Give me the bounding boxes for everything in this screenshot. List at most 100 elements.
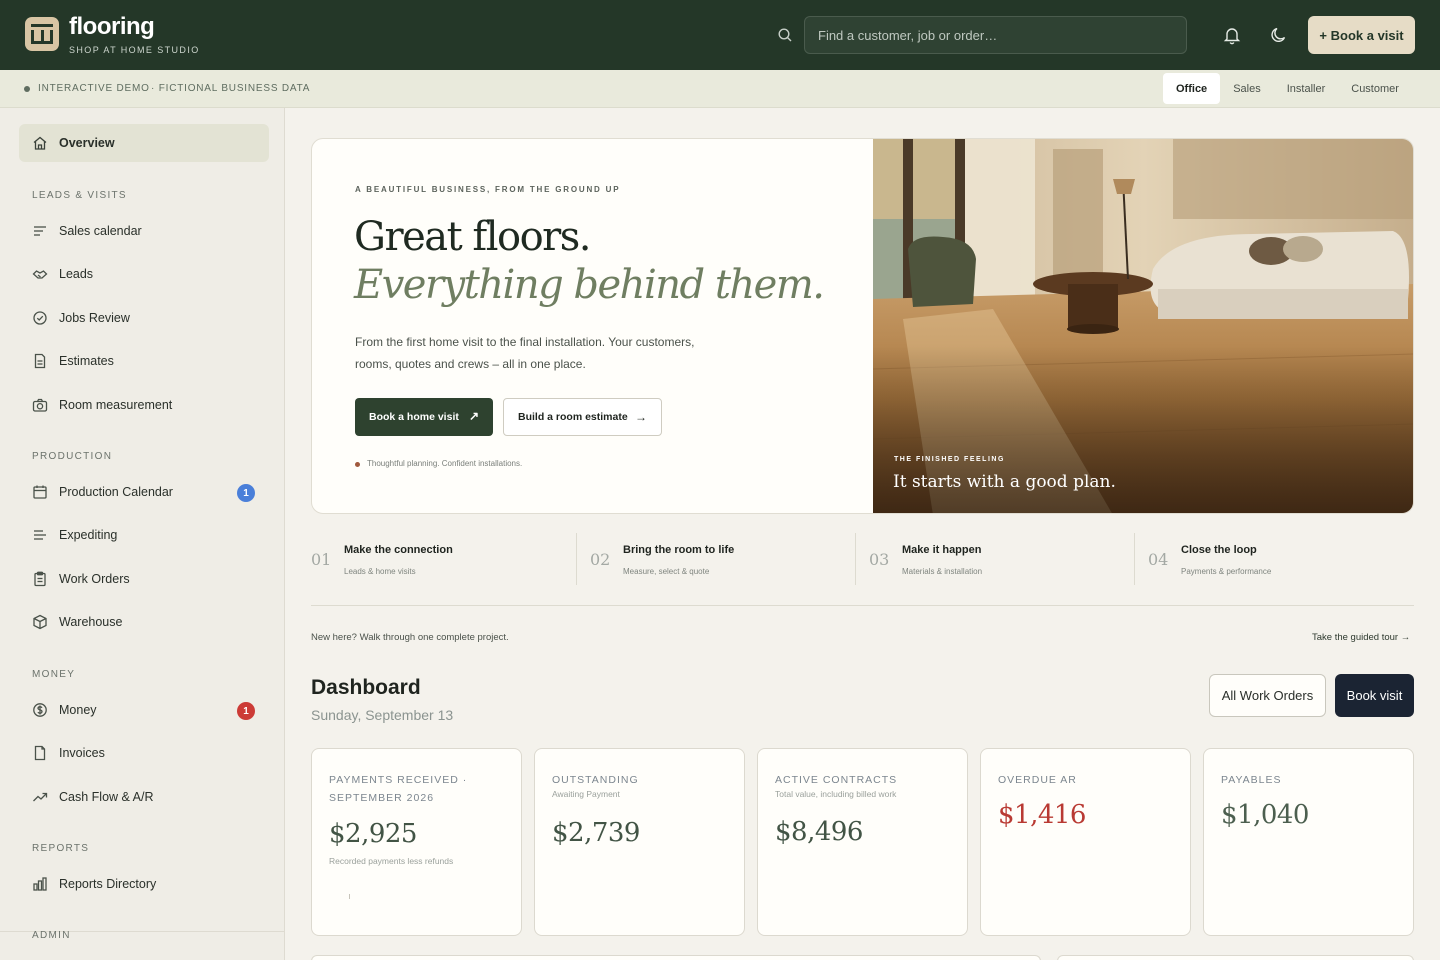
- section-heading-admin: ADMIN: [32, 930, 71, 941]
- kpi-label: OUTSTANDING: [552, 774, 639, 786]
- sidebar-item-reports-directory[interactable]: Reports Directory: [19, 865, 269, 903]
- sidebar-item-label: Sales calendar: [59, 224, 142, 238]
- step-divider: [576, 533, 577, 585]
- sidebar-item-label: Estimates: [59, 354, 114, 368]
- handshake-icon: [32, 270, 48, 279]
- brand-subtitle: SHOP AT HOME STUDIO: [69, 45, 200, 55]
- camera-icon: [32, 398, 48, 412]
- role-tab-customer[interactable]: Customer: [1338, 73, 1412, 104]
- step-subtitle: Measure, select & quote: [623, 567, 710, 576]
- sidebar-item-label: Jobs Review: [59, 311, 130, 325]
- bell-icon[interactable]: [1222, 25, 1242, 45]
- calendar-icon: [33, 485, 47, 499]
- build-room-estimate-button[interactable]: Build a room estimate →: [503, 398, 662, 436]
- step-4[interactable]: 04 Close the loop Payments & performance: [1148, 535, 1407, 587]
- search-input[interactable]: [804, 16, 1187, 54]
- sidebar-item-label: Invoices: [59, 746, 105, 760]
- hero-title-line-2: Everything behind them.: [354, 262, 825, 308]
- role-tab-installer[interactable]: Installer: [1274, 73, 1339, 104]
- step-subtitle: Leads & home visits: [344, 567, 416, 576]
- kpi-label: PAYMENTS RECEIVED · SEPTEMBER 2026: [329, 774, 468, 804]
- kpi-value: $8,496: [775, 817, 863, 847]
- sidebar-item-invoices[interactable]: Invoices: [19, 734, 269, 772]
- file-icon: [34, 745, 46, 761]
- hero-title-line-1: Great floors.: [354, 214, 592, 260]
- step-title: Close the loop: [1181, 544, 1257, 556]
- sidebar-item-warehouse[interactable]: Warehouse: [19, 603, 269, 641]
- hero-description: From the first home visit to the final i…: [355, 335, 695, 371]
- kpi-value: $2,925: [329, 819, 417, 849]
- step-divider: [1134, 533, 1135, 585]
- step-number: 02: [590, 550, 611, 569]
- kpi-sublabel: Total value, including billed work: [775, 789, 897, 799]
- moon-icon[interactable]: [1269, 25, 1289, 45]
- book-visit-button[interactable]: + Book a visit: [1308, 16, 1415, 54]
- check-circle-icon: [33, 311, 47, 325]
- section-heading-reports: REPORTS: [32, 843, 90, 854]
- sidebar: Overview LEADS & VISITS Sales calendar L…: [0, 108, 285, 960]
- sidebar-item-money[interactable]: Money 1: [19, 691, 269, 729]
- role-switcher: Office Sales Installer Customer: [1163, 73, 1412, 104]
- sidebar-item-production-calendar[interactable]: Production Calendar 1: [19, 473, 269, 511]
- clipboard-icon: [34, 571, 46, 587]
- sidebar-item-sales-calendar[interactable]: Sales calendar: [19, 212, 269, 250]
- section-heading-production: PRODUCTION: [32, 451, 113, 462]
- sidebar-item-label: Warehouse: [59, 615, 123, 629]
- kpi-label: ACTIVE CONTRACTS: [775, 774, 898, 786]
- lines-icon: [34, 530, 46, 540]
- kpi-card-overdue-ar[interactable]: OVERDUE AR $1,416: [980, 748, 1191, 936]
- role-tab-sales[interactable]: Sales: [1220, 73, 1274, 104]
- demo-bar: INTERACTIVE DEMO · FICTIONAL BUSINESS DA…: [0, 70, 1440, 108]
- home-icon: [33, 136, 47, 150]
- image-eyebrow: THE FINISHED FEELING: [894, 456, 1005, 463]
- dollar-circle-icon: [33, 703, 47, 717]
- kpi-card-outstanding[interactable]: OUTSTANDING Awaiting Payment $2,739: [534, 748, 745, 936]
- sidebar-item-label: Overview: [59, 136, 115, 150]
- step-2[interactable]: 02 Bring the room to life Measure, selec…: [590, 535, 849, 587]
- kpi-card-active-contracts[interactable]: ACTIVE CONTRACTS Total value, including …: [757, 748, 968, 936]
- section-heading-leads: LEADS & VISITS: [32, 190, 127, 201]
- sidebar-item-overview[interactable]: Overview: [19, 124, 269, 162]
- arrow-up-right-icon: ↗: [468, 409, 479, 423]
- sparkline-tick: [349, 894, 350, 899]
- book-home-visit-button[interactable]: Book a home visit ↗: [355, 398, 493, 436]
- section-heading-money: MONEY: [32, 669, 76, 680]
- book-visit-dashboard-button[interactable]: Book visit: [1335, 674, 1414, 717]
- list-sort-icon: [34, 226, 46, 236]
- step-1[interactable]: 01 Make the connection Leads & home visi…: [311, 535, 570, 587]
- role-tab-office[interactable]: Office: [1163, 73, 1221, 104]
- brand-name[interactable]: flooring: [69, 13, 155, 41]
- dashboard-date: Sunday, September 13: [311, 707, 454, 723]
- sidebar-item-jobs-review[interactable]: Jobs Review: [19, 299, 269, 337]
- sidebar-item-work-orders[interactable]: Work Orders: [19, 560, 269, 598]
- step-subtitle: Payments & performance: [1181, 567, 1272, 576]
- step-title: Make the connection: [344, 544, 453, 556]
- new-here-text: New here? Walk through one complete proj…: [311, 632, 509, 643]
- search-icon: [778, 28, 792, 42]
- kpi-card-payables[interactable]: PAYABLES $1,040: [1203, 748, 1414, 936]
- sidebar-item-leads[interactable]: Leads: [19, 255, 269, 293]
- step-3[interactable]: 03 Make it happen Materials & installati…: [869, 535, 1128, 587]
- step-divider: [855, 533, 856, 585]
- trending-up-icon: [33, 792, 48, 802]
- sidebar-item-label: Reports Directory: [59, 877, 157, 891]
- document-icon: [34, 353, 46, 369]
- kpi-card-payments-received[interactable]: PAYMENTS RECEIVED · SEPTEMBER 2026 $2,92…: [311, 748, 522, 936]
- kpi-value: $1,040: [1221, 800, 1309, 830]
- demo-label: INTERACTIVE DEMO: [38, 83, 150, 94]
- all-work-orders-button[interactable]: All Work Orders: [1209, 674, 1326, 717]
- kpi-label: PAYABLES: [1221, 774, 1282, 786]
- sidebar-item-cash-flow[interactable]: Cash Flow & A/R: [19, 778, 269, 816]
- top-bar: flooring SHOP AT HOME STUDIO + Book a vi…: [0, 0, 1440, 70]
- arrow-right-icon: →: [635, 410, 647, 424]
- sidebar-item-expediting[interactable]: Expediting: [19, 516, 269, 554]
- kpi-value: $1,416: [998, 800, 1086, 830]
- sidebar-item-room-measurement[interactable]: Room measurement: [19, 386, 269, 424]
- panel-top-edge: [311, 955, 1041, 960]
- sidebar-item-estimates[interactable]: Estimates: [19, 342, 269, 380]
- bar-chart-icon: [33, 877, 47, 891]
- brand-logo-icon[interactable]: [25, 17, 59, 51]
- box-icon: [33, 614, 47, 630]
- guided-tour-link[interactable]: Take the guided tour →: [1312, 632, 1410, 643]
- dashboard-title: Dashboard: [311, 676, 421, 699]
